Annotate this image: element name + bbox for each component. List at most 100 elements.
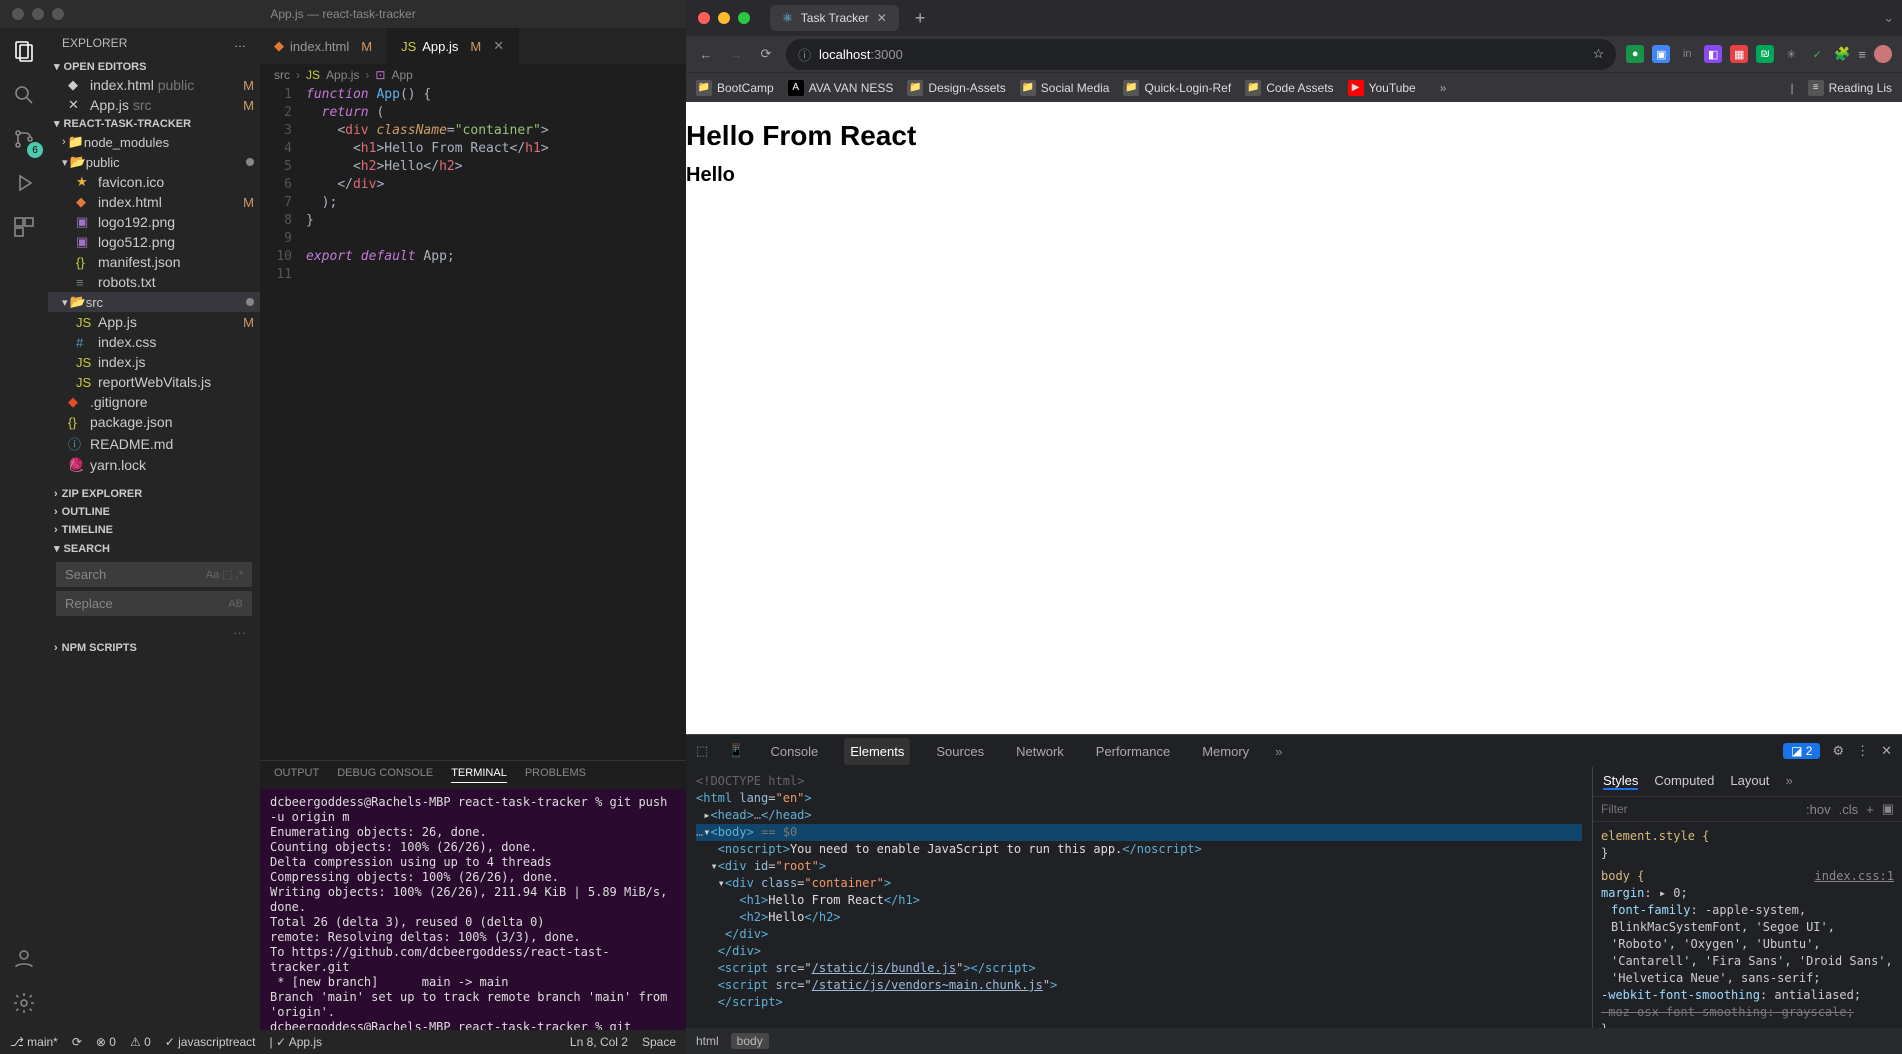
tab-sources[interactable]: Sources <box>930 738 990 765</box>
window-close-icon[interactable] <box>12 8 24 20</box>
ext-icon[interactable]: in <box>1678 45 1696 63</box>
tab-index-html[interactable]: ◆index.htmlM <box>260 28 387 64</box>
account-icon[interactable] <box>11 946 37 972</box>
tab-terminal[interactable]: TERMINAL <box>451 767 507 783</box>
bookmark-item[interactable]: 📁Design-Assets <box>907 80 1005 96</box>
tab-problems[interactable]: PROBLEMS <box>525 767 586 783</box>
errors-count[interactable]: ⊗ 0 <box>96 1035 116 1049</box>
tab-overflow-icon[interactable]: ⌄ <box>1883 10 1894 26</box>
new-tab-button[interactable]: + <box>907 8 934 29</box>
tree-file[interactable]: ▣logo512.png <box>48 232 260 252</box>
close-icon[interactable]: ✕ <box>68 97 86 113</box>
bookmark-item[interactable]: 📁Social Media <box>1020 80 1110 96</box>
tree-file[interactable]: ◆index.htmlM <box>48 192 260 212</box>
window-maximize-icon[interactable] <box>738 12 750 24</box>
settings-icon[interactable] <box>11 990 37 1016</box>
tree-file[interactable]: ▣logo192.png <box>48 212 260 232</box>
tab-console[interactable]: Console <box>764 738 824 765</box>
site-info-icon[interactable]: ⓘ <box>798 45 811 64</box>
ext-icon[interactable]: ▦ <box>1730 45 1748 63</box>
bookmark-item[interactable]: 📁BootCamp <box>696 80 774 96</box>
close-icon[interactable]: ✕ <box>1881 743 1892 759</box>
back-button[interactable]: ← <box>696 47 716 62</box>
breadcrumb[interactable]: src› JSApp.js› ⊡App <box>260 64 686 86</box>
sync-icon[interactable]: ⟳ <box>72 1035 82 1049</box>
bookmark-item[interactable]: ▶YouTube <box>1348 80 1416 96</box>
window-close-icon[interactable] <box>698 12 710 24</box>
search-input[interactable]: SearchAa ⬚ .* <box>56 562 252 587</box>
code-editor[interactable]: function App() { return ( <div className… <box>306 86 686 760</box>
tab-app-js[interactable]: JSApp.jsM✕ <box>387 28 519 64</box>
editor-item-index[interactable]: ◆index.html publicM <box>48 75 260 95</box>
tree-file[interactable]: JSindex.js <box>48 352 260 372</box>
project-section[interactable]: ▾REACT-TASK-TRACKER <box>48 115 260 132</box>
tree-file[interactable]: ≡robots.txt <box>48 272 260 292</box>
add-rule-icon[interactable]: + <box>1866 802 1874 817</box>
more-icon[interactable]: … <box>48 620 260 639</box>
close-icon[interactable]: ✕ <box>877 11 887 25</box>
tab-memory[interactable]: Memory <box>1196 738 1255 765</box>
profile-avatar[interactable] <box>1874 45 1892 63</box>
gear-icon[interactable]: ⚙ <box>1832 743 1844 759</box>
reload-button[interactable]: ⟳ <box>756 46 776 62</box>
extensions-icon[interactable]: 🧩 <box>1834 46 1850 62</box>
tabs-overflow-icon[interactable]: » <box>1275 744 1282 759</box>
ext-icon[interactable]: ✓ <box>1808 45 1826 63</box>
tree-node-modules[interactable]: ›📁node_modules <box>48 132 260 152</box>
tree-file[interactable]: JSApp.jsM <box>48 312 260 332</box>
warnings-count[interactable]: ⚠ 0 <box>130 1035 151 1049</box>
debug-icon[interactable] <box>11 170 37 196</box>
search-icon[interactable] <box>11 82 37 108</box>
tree-file[interactable]: #index.css <box>48 332 260 352</box>
language-mode[interactable]: ✓ javascriptreact <box>165 1035 256 1049</box>
inspect-icon[interactable]: ⬚ <box>696 743 708 759</box>
styles-overflow-icon[interactable]: » <box>1785 773 1792 790</box>
device-icon[interactable]: 📱 <box>728 743 744 759</box>
source-link[interactable]: index.css:1 <box>1815 868 1894 885</box>
extensions-icon[interactable] <box>11 214 37 240</box>
tab-debug-console[interactable]: DEBUG CONSOLE <box>337 767 433 783</box>
issues-badge[interactable]: ◪ 2 <box>1783 743 1820 759</box>
ext-icon[interactable]: ▣ <box>1652 45 1670 63</box>
tab-styles[interactable]: Styles <box>1603 773 1638 790</box>
source-control-icon[interactable]: 6 <box>11 126 37 152</box>
tab-network[interactable]: Network <box>1010 738 1070 765</box>
url-bar[interactable]: ⓘ localhost:3000 ☆ <box>786 39 1616 70</box>
tab-list-icon[interactable]: ≡ <box>1858 47 1866 62</box>
tab-computed[interactable]: Computed <box>1654 773 1714 790</box>
tree-file[interactable]: 🧶yarn.lock <box>48 455 260 475</box>
tree-file[interactable]: JSreportWebVitals.js <box>48 372 260 392</box>
branch-indicator[interactable]: ⎇ main* <box>10 1035 58 1049</box>
replace-input[interactable]: ReplaceAB <box>56 591 252 616</box>
reading-list[interactable]: ≡Reading Lis <box>1808 80 1892 96</box>
browser-tab[interactable]: ⚛ Task Tracker ✕ <box>770 5 899 31</box>
window-minimize-icon[interactable] <box>718 12 730 24</box>
spaces-indicator[interactable]: Space <box>642 1035 676 1049</box>
tree-file[interactable]: {}manifest.json <box>48 252 260 272</box>
timeline-section[interactable]: ›TIMELINE <box>48 521 260 539</box>
star-icon[interactable]: ☆ <box>1593 46 1605 62</box>
more-icon[interactable]: ⋮ <box>1856 743 1869 759</box>
styles-misc-icon[interactable]: ▣ <box>1882 801 1894 817</box>
ext-icon[interactable]: ₪ <box>1756 45 1774 63</box>
tree-file[interactable]: ★favicon.ico <box>48 172 260 192</box>
ext-icon[interactable]: ✳ <box>1782 45 1800 63</box>
sidebar-more-icon[interactable]: … <box>234 36 246 50</box>
editor-item-app[interactable]: ✕App.js srcM <box>48 95 260 115</box>
tab-performance[interactable]: Performance <box>1090 738 1176 765</box>
ext-icon[interactable]: ◧ <box>1704 45 1722 63</box>
styles-filter-input[interactable] <box>1601 802 1798 816</box>
tree-file[interactable]: {}package.json <box>48 412 260 432</box>
bookmark-item[interactable]: AAVA VAN NESS <box>788 80 894 96</box>
tab-layout[interactable]: Layout <box>1730 773 1769 790</box>
window-maximize-icon[interactable] <box>52 8 64 20</box>
bookmark-overflow-icon[interactable]: » <box>1440 81 1447 95</box>
tree-public[interactable]: ▾📂public <box>48 152 260 172</box>
bookmark-item[interactable]: 📁Quick-Login-Ref <box>1123 80 1231 96</box>
tab-elements[interactable]: Elements <box>844 738 910 765</box>
bookmark-item[interactable]: 📁Code Assets <box>1245 80 1333 96</box>
tree-src[interactable]: ▾📂src <box>48 292 260 312</box>
window-minimize-icon[interactable] <box>32 8 44 20</box>
elements-panel[interactable]: <!DOCTYPE html> <html lang="en"> ▸<head>… <box>686 767 1592 1028</box>
search-section[interactable]: ▾SEARCH <box>48 539 260 558</box>
